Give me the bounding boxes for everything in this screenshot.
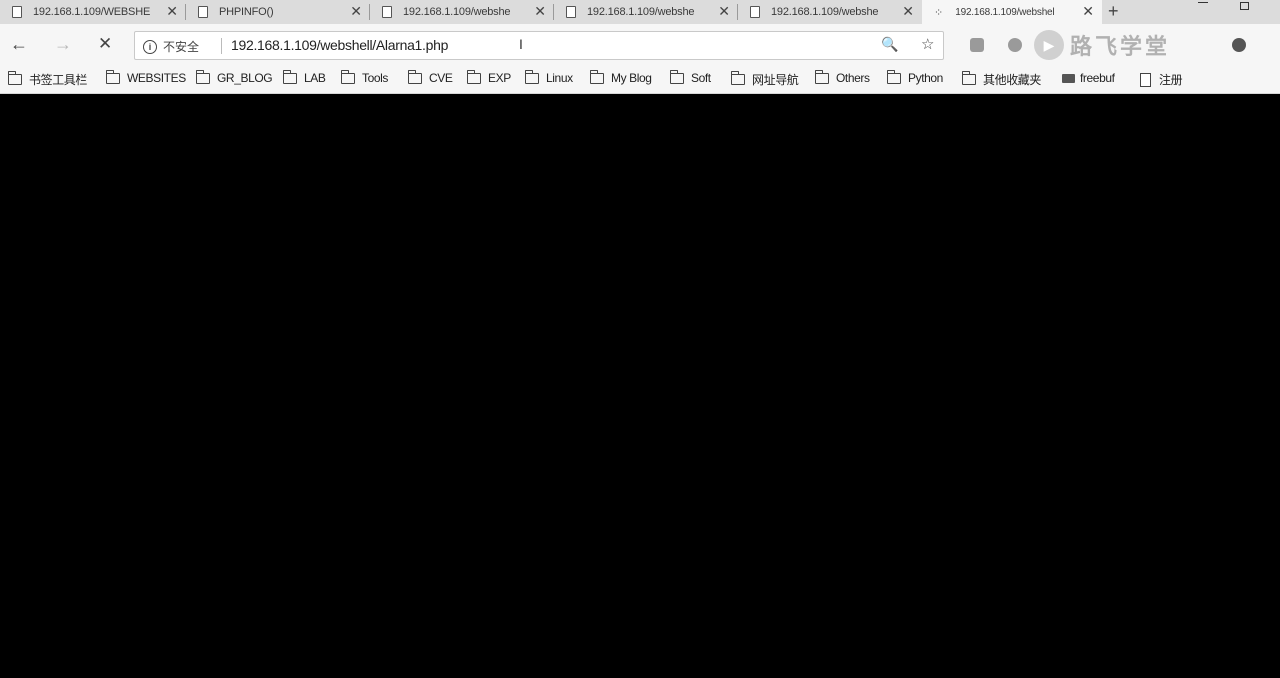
- bookmark-star-icon[interactable]: ☆: [921, 35, 934, 53]
- tab-title: PHPINFO(): [219, 6, 274, 18]
- close-icon[interactable]: ✕: [718, 4, 730, 18]
- bookmark-folder[interactable]: 其他收藏夹: [961, 71, 1042, 88]
- folder-icon: [669, 69, 684, 84]
- bookmark-label: GR_BLOG: [217, 71, 273, 85]
- folder-icon: [730, 71, 745, 85]
- page-icon: [566, 6, 576, 18]
- bookmark-label: freebuf: [1080, 71, 1115, 85]
- security-indicator[interactable]: i 不安全: [143, 38, 199, 55]
- tab-title: 192.168.1.109/WEBSHE: [33, 6, 151, 18]
- bookmark-link[interactable]: 注册: [1140, 71, 1183, 88]
- bookmark-label: Python: [908, 71, 943, 85]
- tab-title: 192.168.1.109/webshel: [955, 6, 1055, 18]
- page-icon: [12, 6, 22, 18]
- bookmark-label: LAB: [304, 71, 326, 85]
- tab-4[interactable]: 192.168.1.109/webshe ✕: [554, 0, 738, 24]
- folder-icon: [282, 69, 297, 84]
- tab-title: 192.168.1.109/webshe: [587, 6, 695, 18]
- watermark: ▶ 路飞学堂: [1034, 28, 1240, 62]
- bookmark-folder[interactable]: EXP: [466, 69, 511, 85]
- loading-spinner-icon: ⁘: [934, 6, 944, 19]
- zoom-icon[interactable]: 🔍: [881, 36, 898, 53]
- bookmark-folder[interactable]: Others: [814, 69, 870, 85]
- text-cursor-icon: I: [519, 36, 523, 52]
- close-icon[interactable]: ✕: [350, 4, 362, 18]
- tab-3[interactable]: 192.168.1.109/webshe ✕: [370, 0, 554, 24]
- close-icon[interactable]: ✕: [166, 4, 178, 18]
- tab-6-active[interactable]: ⁘ 192.168.1.109/webshel ✕: [922, 0, 1102, 24]
- security-label: 不安全: [163, 40, 200, 54]
- folder-icon: [195, 69, 210, 84]
- close-icon[interactable]: ✕: [902, 4, 914, 18]
- info-icon: i: [143, 39, 157, 54]
- profile-avatar-icon[interactable]: [1232, 38, 1246, 52]
- minimize-icon[interactable]: [1198, 2, 1208, 3]
- bookmark-label: WEBSITES: [127, 71, 186, 85]
- bookmark-link[interactable]: freebuf: [1062, 71, 1115, 85]
- folder-icon: [886, 69, 901, 84]
- bookmark-folder[interactable]: LAB: [282, 69, 326, 85]
- bookmark-label: 书签工具栏: [29, 73, 88, 87]
- bookmark-folder[interactable]: 网址导航: [730, 71, 799, 88]
- bookmark-folder[interactable]: WEBSITES: [105, 69, 186, 85]
- close-icon[interactable]: ✕: [534, 4, 546, 18]
- bookmark-folder[interactable]: Python: [886, 69, 943, 85]
- browser-toolbar: ← → ✕ i 不安全 192.168.1.109/webshell/Alarn…: [0, 24, 1280, 66]
- folder-icon: [340, 69, 355, 84]
- forward-button[interactable]: →: [54, 34, 72, 54]
- page-viewport[interactable]: [0, 95, 1280, 678]
- new-tab-button[interactable]: +: [1108, 0, 1119, 22]
- bookmark-label: Others: [836, 71, 870, 85]
- bookmarks-bar: 书签工具栏 WEBSITES GR_BLOG LAB Tools CVE EXP…: [0, 66, 1280, 94]
- stop-loading-button[interactable]: ✕: [98, 34, 112, 54]
- tab-5[interactable]: 192.168.1.109/webshe ✕: [738, 0, 922, 24]
- watermark-text: 路飞学堂: [1070, 34, 1171, 59]
- bookmark-label: 其他收藏夹: [983, 73, 1042, 87]
- url-text[interactable]: 192.168.1.109/webshell/Alarna1.php: [231, 37, 448, 53]
- page-icon: [1140, 72, 1151, 87]
- bookmark-folder[interactable]: CVE: [407, 69, 453, 85]
- back-button[interactable]: ←: [10, 34, 28, 54]
- bookmark-label: My Blog: [611, 71, 652, 85]
- bookmark-label: 注册: [1159, 73, 1183, 87]
- site-favicon-icon: [1062, 73, 1075, 83]
- bookmark-folder[interactable]: 书签工具栏: [7, 71, 88, 88]
- extension-icon[interactable]: [970, 38, 984, 52]
- bookmark-label: Soft: [691, 71, 711, 85]
- bookmark-folder[interactable]: Tools: [340, 69, 389, 85]
- close-icon[interactable]: ✕: [1082, 4, 1094, 18]
- bookmark-folder[interactable]: My Blog: [589, 69, 652, 85]
- bookmark-label: CVE: [429, 71, 453, 85]
- bookmark-label: Linux: [546, 71, 573, 85]
- bookmark-label: Tools: [362, 71, 389, 85]
- play-icon: ▶: [1034, 30, 1064, 60]
- page-icon: [382, 6, 392, 18]
- folder-icon: [7, 71, 22, 85]
- page-icon: [198, 6, 208, 18]
- address-bar[interactable]: i 不安全 192.168.1.109/webshell/Alarna1.php…: [134, 31, 944, 60]
- folder-icon: [589, 69, 604, 84]
- tab-2[interactable]: PHPINFO() ✕: [186, 0, 370, 24]
- bookmark-folder[interactable]: Soft: [669, 69, 711, 85]
- bookmark-folder[interactable]: GR_BLOG: [195, 69, 273, 85]
- folder-icon: [524, 69, 539, 84]
- folder-icon: [961, 71, 976, 85]
- bookmark-label: EXP: [488, 71, 511, 85]
- tab-strip: 192.168.1.109/WEBSHE ✕ PHPINFO() ✕ 192.1…: [0, 0, 1280, 24]
- tab-title: 192.168.1.109/webshe: [771, 6, 879, 18]
- address-divider: [221, 38, 222, 54]
- page-icon: [750, 6, 760, 18]
- folder-icon: [466, 69, 481, 84]
- tab-title: 192.168.1.109/webshe: [403, 6, 511, 18]
- restore-icon[interactable]: [1240, 2, 1249, 10]
- tab-1[interactable]: 192.168.1.109/WEBSHE ✕: [0, 0, 186, 24]
- folder-icon: [105, 69, 120, 84]
- bookmark-folder[interactable]: Linux: [524, 69, 573, 85]
- folder-icon: [407, 69, 422, 84]
- extension-icon[interactable]: [1008, 38, 1022, 52]
- bookmark-label: 网址导航: [752, 73, 799, 87]
- folder-icon: [814, 69, 829, 84]
